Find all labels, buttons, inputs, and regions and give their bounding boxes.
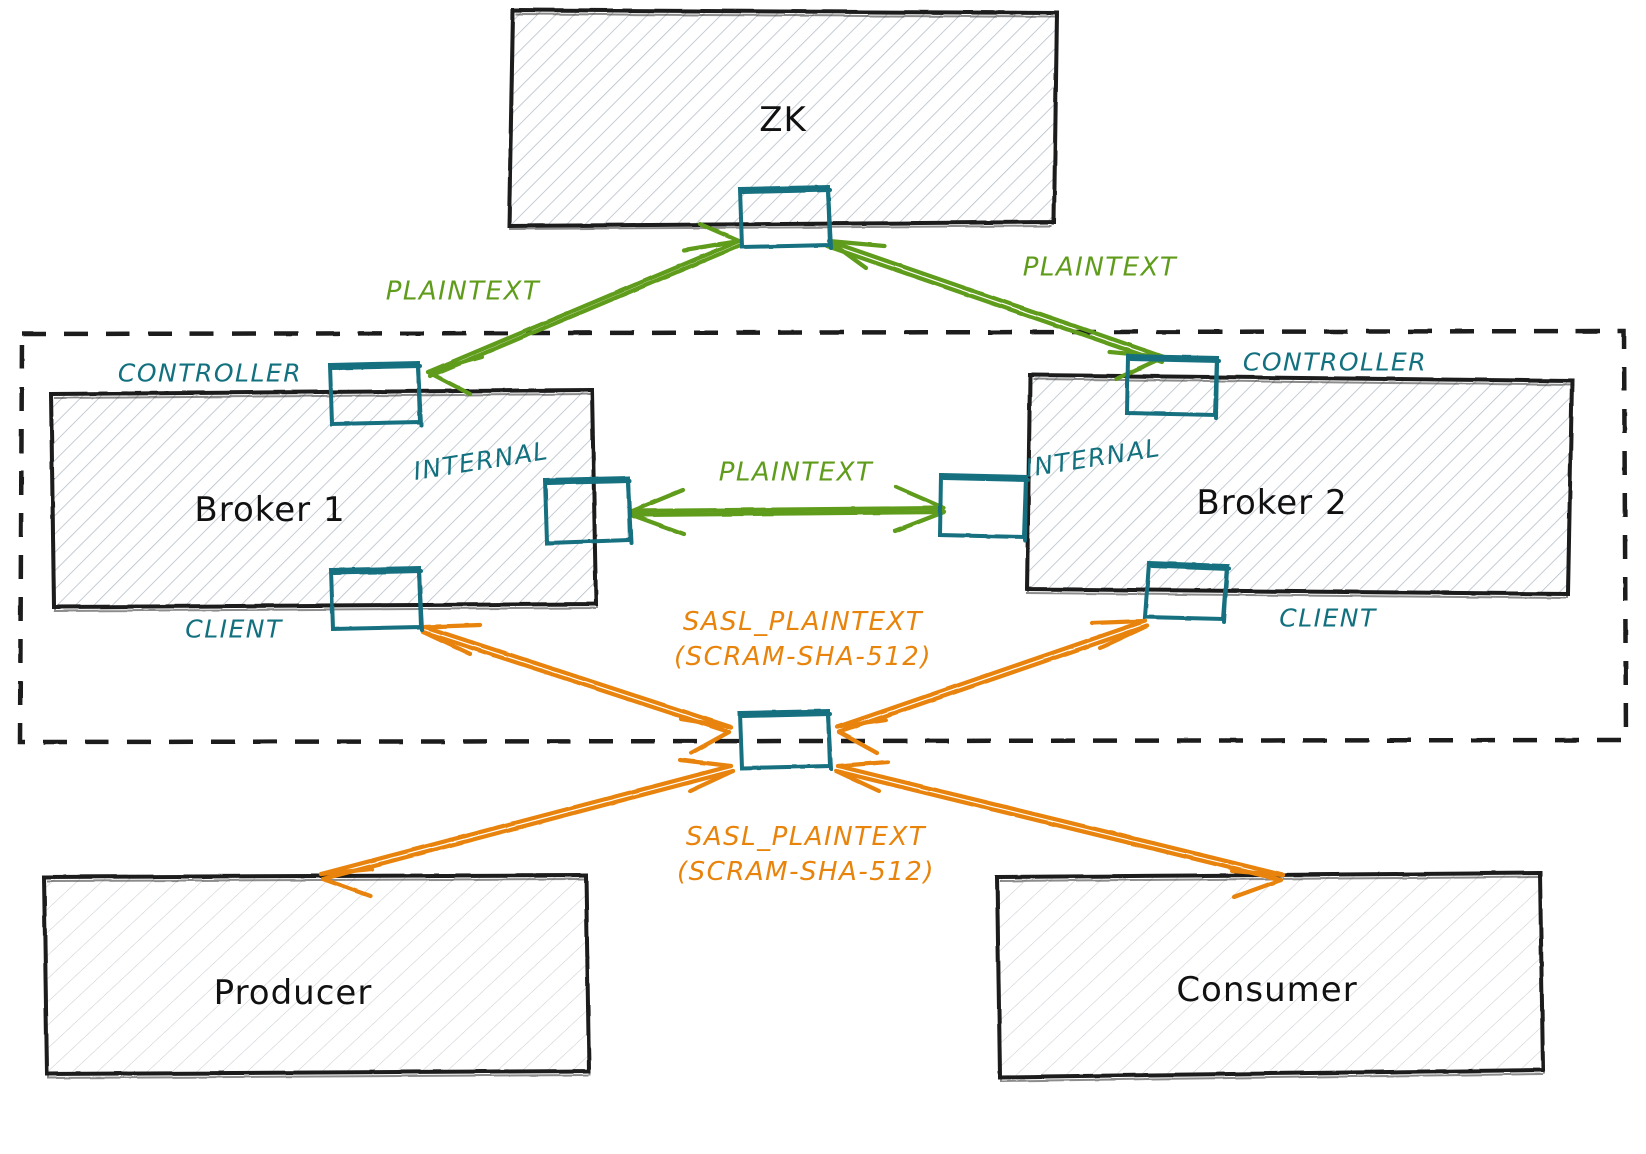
edge-label-line-2: (SCRAM-SHA-512) bbox=[677, 857, 935, 887]
port-b2-internal[interactable] bbox=[937, 472, 1030, 542]
node-producer[interactable] bbox=[41, 872, 592, 1079]
node-zk[interactable] bbox=[506, 7, 1060, 230]
node-broker2[interactable] bbox=[1024, 372, 1575, 599]
node-broker1[interactable] bbox=[48, 387, 599, 612]
edge-broker1-broker2 bbox=[629, 484, 947, 537]
port-label-b2-client: CLIENT bbox=[1279, 603, 1377, 633]
diagram-svg bbox=[17, 7, 1629, 1082]
edge-label-line-1: SASL_PLAINTEXT bbox=[685, 821, 927, 852]
edge-label-junction-brokers: SASL_PLAINTEXT (SCRAM-SHA-512) bbox=[674, 605, 932, 675]
diagram-canvas: ZK Broker 1 Broker 2 Producer Consumer C… bbox=[0, 0, 1646, 1154]
port-label-b2-controller: CONTROLLER bbox=[1242, 347, 1428, 377]
edge-label-line-1: SASL_PLAINTEXT bbox=[682, 606, 924, 637]
port-label-b1-controller: CONTROLLER bbox=[117, 358, 303, 388]
edge-label-broker1-broker2: PLAINTEXT bbox=[718, 457, 874, 488]
edge-label-zk-broker2: PLAINTEXT bbox=[1022, 252, 1178, 283]
edge-label-line-2: (SCRAM-SHA-512) bbox=[674, 642, 932, 672]
edge-label-clients-junction: SASL_PLAINTEXT (SCRAM-SHA-512) bbox=[677, 820, 935, 890]
port-label-b1-client: CLIENT bbox=[185, 614, 283, 644]
edge-label-zk-broker1: PLAINTEXT bbox=[385, 276, 541, 307]
node-consumer[interactable] bbox=[994, 870, 1546, 1082]
